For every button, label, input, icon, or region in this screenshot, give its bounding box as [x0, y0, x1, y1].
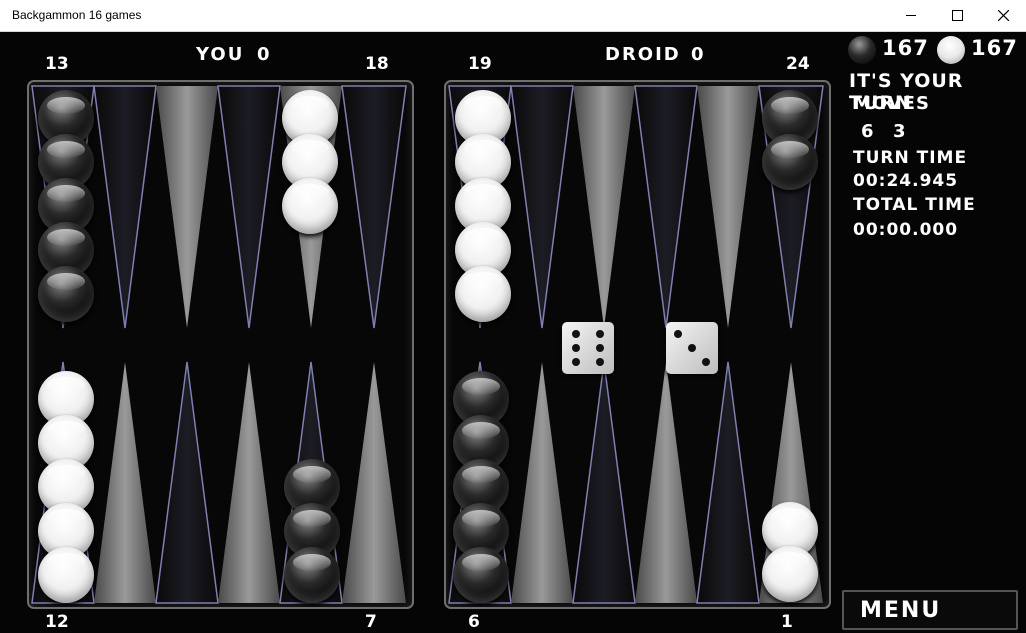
white-checker[interactable] [455, 266, 511, 322]
left-board[interactable] [27, 80, 414, 609]
title-bar: Backgammon 16 games [0, 0, 1026, 32]
move-value-2: 3 [893, 121, 907, 142]
black-checker[interactable] [284, 547, 340, 603]
white-checker[interactable] [38, 547, 94, 603]
point-5[interactable] [511, 362, 573, 603]
close-button[interactable] [980, 0, 1026, 31]
point-20[interactable] [510, 85, 574, 329]
maximize-icon [951, 10, 963, 21]
die-six[interactable] [562, 322, 614, 374]
moves-label: MOVES [853, 93, 930, 114]
white-checker[interactable] [282, 178, 338, 234]
white-count: 167 [971, 36, 1018, 60]
point-number-7: 7 [365, 612, 377, 632]
close-icon [997, 10, 1009, 21]
white-checker-icon [937, 36, 965, 64]
point-11[interactable] [94, 362, 156, 603]
point-23[interactable] [697, 86, 759, 328]
point-number-1: 1 [781, 612, 793, 632]
die-three[interactable] [666, 322, 718, 374]
turn-time-value: 00:24.945 [853, 171, 959, 191]
point-7[interactable] [342, 362, 406, 603]
right-board[interactable] [444, 80, 831, 609]
point-22[interactable] [634, 85, 698, 329]
maximize-button[interactable] [934, 0, 980, 31]
point-2[interactable] [696, 361, 760, 604]
turn-time-label: TURN TIME [853, 148, 968, 168]
menu-label: MENU [860, 597, 942, 623]
point-number-24: 24 [786, 54, 810, 74]
total-time-value: 00:00.000 [853, 220, 959, 240]
menu-button[interactable]: MENU [842, 590, 1018, 630]
game-area: 13 YOU 0 18 19 DROID 0 24 12 7 6 1 167 1… [0, 32, 1026, 633]
point-4[interactable] [572, 361, 636, 604]
point-number-12: 12 [45, 612, 69, 632]
black-count: 167 [882, 36, 929, 60]
point-number-6: 6 [468, 612, 480, 632]
droid-score: 0 [691, 44, 706, 65]
droid-label: DROID [605, 44, 681, 65]
point-15[interactable] [156, 86, 218, 328]
point-9[interactable] [218, 362, 280, 603]
move-value-1: 6 [861, 121, 875, 142]
point-number-19: 19 [468, 54, 492, 74]
point-3[interactable] [635, 362, 697, 603]
you-score: 0 [257, 44, 272, 65]
black-checker[interactable] [453, 547, 509, 603]
point-14[interactable] [93, 85, 157, 329]
white-checker[interactable] [762, 546, 818, 602]
total-time-label: TOTAL TIME [853, 195, 976, 215]
black-checker-icon [848, 36, 876, 64]
point-10[interactable] [155, 361, 219, 604]
minimize-icon [906, 15, 916, 16]
you-label: YOU [196, 44, 245, 65]
point-number-18: 18 [365, 54, 389, 74]
point-number-13: 13 [45, 54, 69, 74]
point-21[interactable] [573, 86, 635, 328]
point-16[interactable] [217, 85, 281, 329]
point-18[interactable] [341, 85, 407, 329]
black-checker[interactable] [38, 266, 94, 322]
window-title: Backgammon 16 games [12, 8, 142, 22]
minimize-button[interactable] [888, 0, 934, 31]
black-checker[interactable] [762, 134, 818, 190]
